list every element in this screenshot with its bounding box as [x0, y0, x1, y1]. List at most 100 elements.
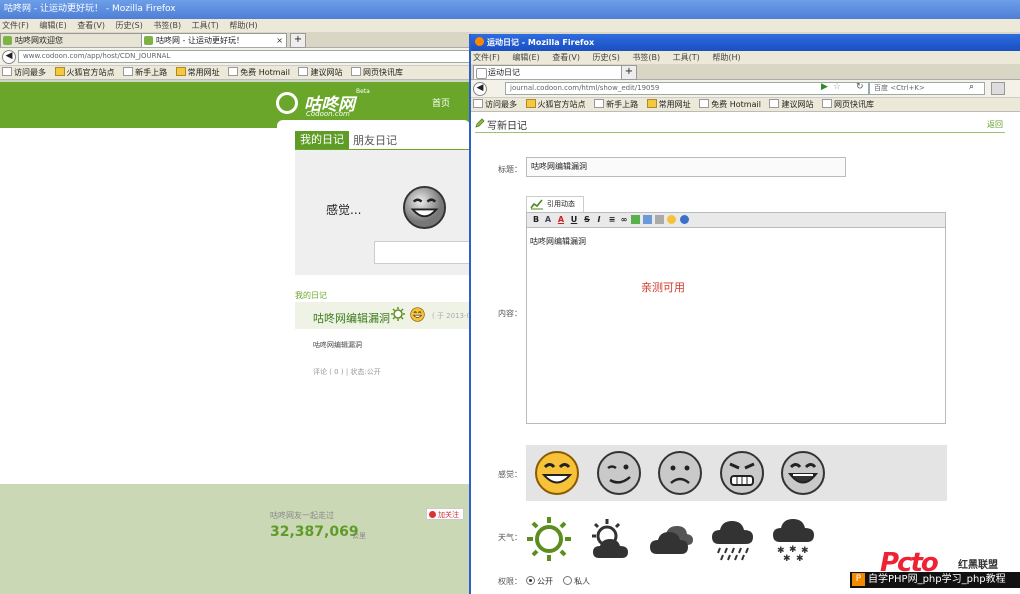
bg-menu-history[interactable]: 历史(S) — [116, 21, 143, 30]
footer-distance-count: 32,387,069 — [270, 524, 359, 540]
info-icon[interactable] — [680, 215, 689, 224]
font-size-button[interactable]: A — [543, 215, 553, 225]
laughing-face-icon[interactable] — [402, 185, 447, 230]
fg-menu-history[interactable]: 历史(S) — [593, 53, 620, 62]
nav-home-link[interactable]: 首页 — [432, 96, 450, 109]
bookmark-item[interactable]: 新手上路 — [123, 66, 167, 79]
bookmark-item[interactable]: 免费 Hotmail — [228, 66, 290, 79]
fg-menu-edit[interactable]: 编辑(E) — [512, 53, 539, 62]
tab-friend-diary[interactable]: 朋友日记 — [353, 132, 397, 148]
bg-tab-welcome[interactable]: 咕咚网欢迎您 — [0, 33, 154, 47]
bookmark-item[interactable]: 新手上路 — [594, 98, 638, 111]
close-tab-icon[interactable]: × — [276, 34, 283, 47]
mood-input[interactable] — [374, 241, 470, 264]
align-icon[interactable]: ≡ — [607, 215, 617, 225]
bookmark-item[interactable]: 常用网址 — [646, 98, 691, 111]
watermark-p-icon: P — [852, 573, 865, 586]
my-diary-heading: 我的日记 — [295, 291, 327, 300]
quote-activity-tab[interactable]: 引用动态 — [526, 196, 584, 212]
diary-entry-title[interactable]: 咕咚网编辑漏洞 — [313, 310, 390, 326]
bookmark-item[interactable]: 建议网站 — [298, 66, 342, 79]
fg-window-title: 运动日记 - Mozilla Firefox — [471, 34, 1020, 51]
privacy-label: 权限： — [498, 577, 522, 586]
cloudy-icon[interactable] — [648, 516, 694, 562]
bookmark-item[interactable]: 火狐官方站点 — [54, 66, 115, 79]
bg-url-bar[interactable]: www.codoon.com/app/host/CDN_JOURNAL — [18, 50, 474, 63]
bookmark-item[interactable]: 网页快讯库 — [351, 66, 403, 79]
table-icon[interactable] — [655, 215, 664, 224]
fg-search-box[interactable]: 百度 <Ctrl+K> — [869, 82, 985, 95]
bg-menu-tools[interactable]: 工具(T) — [192, 21, 219, 30]
editor-toolbar: B A A U S I ≡ ∞ — [526, 212, 946, 228]
sad-face-icon[interactable] — [657, 450, 703, 496]
strikethrough-button[interactable]: S — [582, 215, 592, 225]
editor-red-text: 亲测可用 — [641, 281, 685, 294]
codoon-favicon-icon — [144, 36, 153, 45]
bookmark-page-icon — [351, 67, 362, 76]
angry-face-icon[interactable] — [719, 450, 765, 496]
fg-tab-journal[interactable]: 运动日记 — [473, 65, 629, 79]
image-icon[interactable] — [631, 215, 640, 224]
fg-menu-bookmarks[interactable]: 书签(B) — [632, 53, 660, 62]
content-editor[interactable] — [526, 228, 946, 424]
bg-tab-codoon[interactable]: 咕咚网 - 让运动更好玩！ × — [141, 33, 287, 47]
font-color-button[interactable]: A — [556, 215, 566, 225]
bookmark-item[interactable]: 访问最多 — [2, 66, 46, 79]
go-arrow-icon[interactable]: ▶ — [821, 82, 828, 92]
fg-url-bar[interactable]: journal.codoon.com/html/show_edit/19059 — [505, 82, 869, 95]
privacy-private-radio[interactable]: 私人 — [563, 576, 590, 586]
sunny-icon[interactable] — [526, 516, 572, 562]
underline-button[interactable]: U — [569, 215, 579, 225]
reload-icon[interactable]: ↻ — [856, 82, 864, 92]
codoon-logo-icon — [276, 92, 298, 114]
radio-unchecked-icon — [563, 576, 573, 585]
italic-button[interactable]: I — [594, 215, 604, 225]
bookmark-item[interactable]: 访问最多 — [473, 98, 517, 111]
fg-menu-file[interactable]: 文件(F) — [473, 53, 500, 62]
fg-menu-tools[interactable]: 工具(T) — [673, 53, 700, 62]
tab-my-diary[interactable]: 我的日记 — [295, 131, 349, 149]
crying-laugh-face-icon[interactable] — [780, 450, 826, 496]
addon-icon[interactable] — [991, 82, 1005, 95]
emoticon-icon[interactable] — [667, 215, 676, 224]
bookmark-item[interactable]: 网页快讯库 — [822, 98, 874, 111]
rain-icon[interactable] — [710, 516, 756, 562]
public-label: 公开 — [537, 577, 553, 586]
bookmark-item[interactable]: 常用网址 — [175, 66, 220, 79]
bookmark-star-icon[interactable]: ☆ — [833, 82, 841, 92]
link-icon[interactable]: ∞ — [619, 215, 629, 225]
bg-menu-file[interactable]: 文件(F) — [2, 21, 29, 30]
bookmark-item[interactable]: 免费 Hotmail — [699, 98, 761, 111]
codoon-logo[interactable]: 咕咚网 Codoon.com Beta — [276, 88, 386, 120]
back-link[interactable]: 返回 — [987, 119, 1003, 130]
weibo-follow-button[interactable]: 加关注 — [426, 508, 464, 520]
laughing-face-icon — [410, 307, 425, 322]
site-footer — [0, 484, 470, 594]
pencil-icon — [475, 118, 485, 128]
bookmark-item[interactable]: 火狐官方站点 — [525, 98, 586, 111]
bg-new-tab-button[interactable]: + — [290, 33, 306, 48]
bg-menu-help[interactable]: 帮助(H) — [229, 21, 257, 30]
partly-cloudy-icon[interactable] — [587, 516, 633, 562]
back-arrow-icon[interactable]: ◀ — [473, 82, 487, 96]
back-arrow-icon[interactable]: ◀ — [2, 50, 16, 64]
bg-menu-edit[interactable]: 编辑(E) — [39, 21, 66, 30]
watermark-banner-text: 自学PHP网_php学习_php教程 — [868, 574, 1006, 585]
bg-menu-bookmarks[interactable]: 书签(B) — [153, 21, 181, 30]
privacy-public-radio[interactable]: 公开 — [526, 576, 553, 586]
bookmark-item[interactable]: 建议网站 — [769, 98, 813, 111]
laughing-face-icon[interactable] — [534, 450, 580, 496]
snow-icon[interactable]: ✱ ✱ ✱✱ ✱ — [771, 516, 817, 562]
fg-menu-view[interactable]: 查看(V) — [552, 53, 580, 62]
svg-text:✱: ✱ — [796, 554, 804, 562]
fg-new-tab-button[interactable]: + — [621, 65, 637, 80]
wink-face-icon[interactable] — [596, 450, 642, 496]
diary-entry-meta[interactable]: 评论 ( 0 ) | 状态:公开 — [313, 367, 381, 377]
bold-button[interactable]: B — [531, 215, 541, 225]
bookmark-page-icon — [699, 99, 710, 108]
search-magnifier-icon[interactable]: ⌕ — [969, 82, 974, 92]
bg-menu-view[interactable]: 查看(V) — [77, 21, 105, 30]
fg-menu-help[interactable]: 帮助(H) — [712, 53, 740, 62]
title-input[interactable]: 咕咚网编辑漏洞 — [526, 157, 846, 177]
media-icon[interactable] — [643, 215, 652, 224]
